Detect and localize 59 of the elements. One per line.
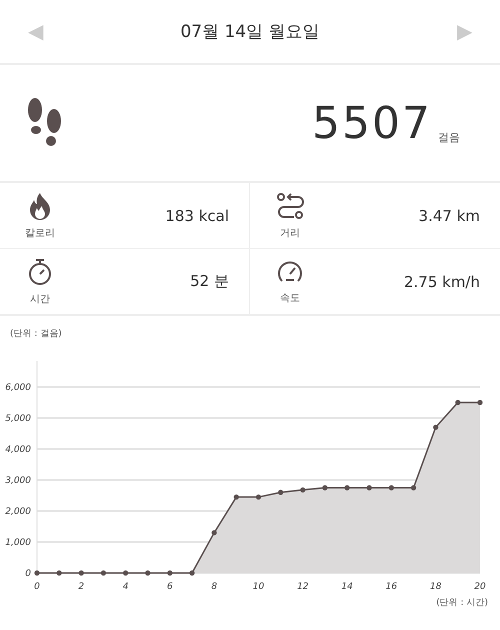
- data-point: [167, 570, 172, 576]
- data-point: [477, 400, 483, 406]
- stat-label: 속도: [280, 292, 300, 304]
- next-day-button[interactable]: ▶: [456, 19, 472, 44]
- step-count: 5507: [312, 98, 432, 148]
- footprints-icon: [26, 97, 64, 149]
- data-point: [300, 487, 306, 493]
- x-tick-label: 10: [252, 582, 264, 592]
- data-point: [455, 400, 460, 406]
- stat-value: 52 분: [190, 272, 229, 291]
- stat-value: 2.75 km/h: [404, 272, 480, 290]
- x-tick-label: 8: [211, 582, 218, 592]
- step-unit: 걸음: [438, 130, 460, 144]
- y-tick-label: 2,000: [5, 507, 31, 517]
- y-tick-label: 6,000: [5, 383, 31, 393]
- y-tick-label: 0: [25, 569, 31, 579]
- data-point: [388, 485, 394, 490]
- y-axis-unit: (단위 : 걸음): [10, 329, 62, 339]
- x-tick-label: 12: [297, 582, 309, 592]
- data-point: [100, 570, 106, 576]
- data-point: [34, 570, 40, 576]
- data-point: [366, 485, 372, 490]
- y-tick-label: 5,000: [5, 414, 31, 424]
- speedometer-icon: [276, 258, 304, 284]
- data-point: [256, 494, 262, 500]
- x-tick-label: 2: [78, 582, 84, 592]
- stopwatch-icon: [27, 258, 53, 286]
- data-point: [410, 485, 416, 490]
- y-tick-label: 4,000: [5, 445, 31, 455]
- stat-label: 칼로리: [25, 226, 55, 240]
- data-point: [189, 570, 195, 576]
- data-point: [145, 570, 150, 576]
- y-tick-label: 3,000: [5, 476, 31, 486]
- data-point: [322, 485, 328, 490]
- previous-day-button[interactable]: ◀: [28, 19, 43, 44]
- date-title: 07월 14일 월요일: [180, 21, 320, 43]
- stat-label: 거리: [280, 226, 300, 240]
- data-point: [212, 530, 217, 536]
- x-tick-label: 20: [474, 582, 486, 592]
- data-point: [234, 494, 239, 500]
- data-point: [344, 485, 350, 490]
- x-tick-label: 0: [34, 582, 40, 592]
- data-point: [433, 424, 438, 430]
- stat-value: 3.47 km: [418, 206, 480, 224]
- data-point: [56, 570, 62, 576]
- x-axis-unit: (단위 : 시간): [436, 598, 488, 608]
- route-icon: [276, 192, 304, 220]
- y-tick-label: 1,000: [5, 538, 31, 548]
- x-tick-label: 16: [386, 582, 398, 592]
- stat-label: 시간: [30, 292, 50, 306]
- data-point: [78, 570, 84, 576]
- data-point: [278, 490, 284, 495]
- flame-icon: [27, 192, 53, 220]
- x-tick-label: 6: [167, 582, 173, 592]
- x-tick-label: 18: [430, 582, 442, 592]
- data-point: [123, 570, 128, 576]
- x-tick-label: 14: [341, 582, 353, 592]
- x-tick-label: 4: [122, 582, 128, 592]
- stat-value: 183 kcal: [165, 206, 229, 224]
